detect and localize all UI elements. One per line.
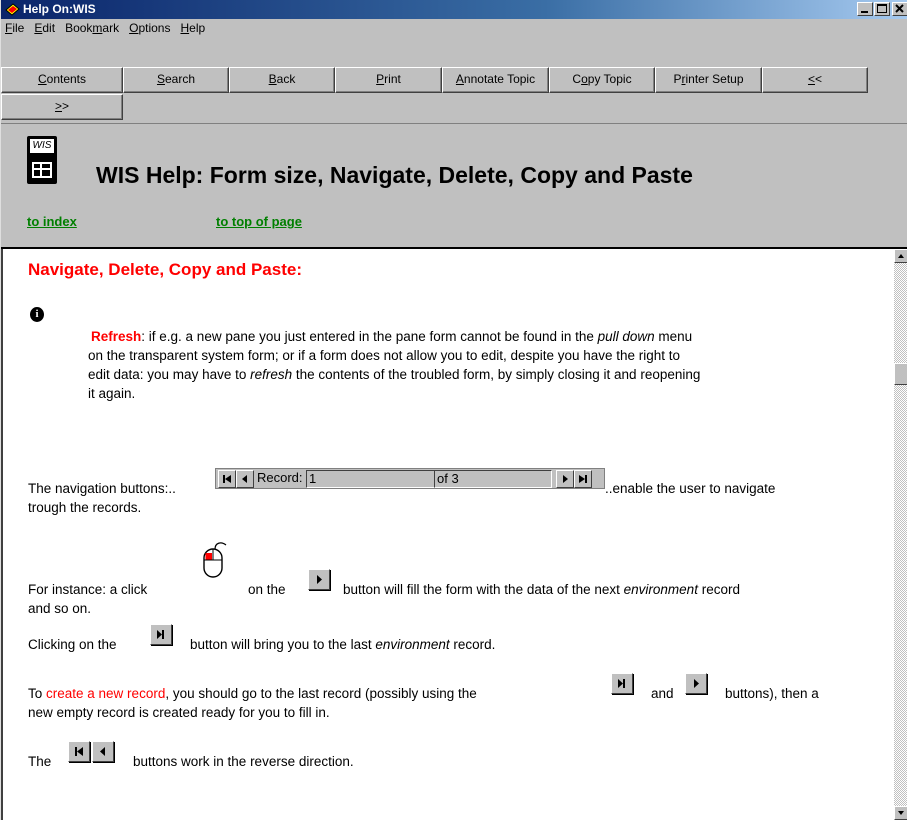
next-record-icon bbox=[317, 575, 322, 584]
last-record-sample-button-2 bbox=[611, 673, 633, 694]
refresh-line2: on the transparent system form; or if a … bbox=[88, 348, 681, 363]
minimize-icon bbox=[861, 11, 868, 13]
menu-file[interactable]: File bbox=[1, 19, 30, 37]
arrow-down-icon bbox=[898, 811, 904, 815]
refresh-keyword: Refresh bbox=[91, 329, 142, 344]
next-topic-button[interactable]: >> bbox=[1, 94, 123, 120]
window-title: Help On:WIS bbox=[23, 2, 96, 16]
maximize-button[interactable] bbox=[874, 2, 890, 16]
first-record-icon bbox=[75, 747, 83, 756]
next-record-button[interactable] bbox=[556, 470, 574, 488]
previous-record-icon bbox=[100, 747, 105, 756]
record-navigator: Record: 1 of 3 bbox=[215, 468, 605, 489]
reverse-text-a: The bbox=[28, 754, 52, 769]
close-button[interactable] bbox=[892, 2, 907, 16]
next-record-icon bbox=[563, 475, 568, 483]
record-label: Record: bbox=[257, 470, 303, 485]
create-new-record-link[interactable]: create a new record bbox=[46, 686, 165, 701]
last-record-icon bbox=[157, 630, 164, 639]
back-button[interactable]: Back bbox=[229, 67, 335, 93]
mouse-icon bbox=[203, 542, 227, 578]
next-record-sample-button-2 bbox=[685, 673, 707, 694]
create-text-a: To create a new record, you should go to… bbox=[28, 686, 477, 701]
reverse-text-b: buttons work in the reverse direction. bbox=[133, 754, 354, 769]
wis-logo-icon: WIS bbox=[27, 136, 57, 184]
maximize-icon bbox=[877, 4, 887, 13]
next-record-icon bbox=[694, 679, 699, 688]
print-button[interactable]: Print bbox=[335, 67, 442, 93]
arrow-up-icon bbox=[898, 254, 904, 258]
minimize-button[interactable] bbox=[857, 2, 873, 16]
previous-record-button[interactable] bbox=[236, 470, 254, 488]
info-icon: i bbox=[30, 307, 44, 322]
search-button[interactable]: Search bbox=[123, 67, 229, 93]
last-record-sample-button bbox=[150, 624, 172, 645]
last-record-icon bbox=[618, 679, 625, 688]
record-count: of 3 bbox=[434, 470, 552, 488]
instance-text-a: For instance: a click bbox=[28, 582, 148, 597]
instance-line2: and so on. bbox=[28, 601, 92, 616]
previous-record-icon bbox=[242, 475, 247, 483]
to-top-link[interactable]: to top of page bbox=[216, 214, 302, 229]
navigation-line2: trough the records. bbox=[28, 500, 142, 515]
clicking-text-a: Clicking on the bbox=[28, 637, 117, 652]
topic-content: Navigate, Delete, Copy and Paste: i Refr… bbox=[1, 249, 894, 820]
menu-bar: File Edit Bookmark Options Help bbox=[1, 19, 907, 37]
clicking-text-b: button will bring you to the last enviro… bbox=[190, 637, 496, 652]
refresh-paragraph: Refresh: if e.g. a new pane you just ent… bbox=[91, 329, 693, 344]
previous-record-sample-button bbox=[92, 741, 114, 762]
menu-bookmark[interactable]: Bookmark bbox=[61, 19, 125, 37]
navigation-text-before: The navigation buttons:.. bbox=[28, 481, 176, 496]
to-index-link[interactable]: to index bbox=[27, 214, 77, 229]
create-line2: new empty record is created ready for yo… bbox=[28, 705, 330, 720]
last-record-icon bbox=[579, 475, 587, 483]
help-window: Help On:WIS File Edit Bookmark Options H… bbox=[0, 0, 907, 820]
refresh-line3: edit data: you may have to refresh the c… bbox=[88, 367, 701, 382]
last-record-button[interactable] bbox=[574, 470, 592, 488]
scroll-up-button[interactable] bbox=[894, 249, 907, 263]
record-number-field[interactable]: 1 bbox=[306, 470, 436, 488]
scroll-thumb[interactable] bbox=[894, 363, 907, 385]
previous-topic-button[interactable]: << bbox=[762, 67, 868, 93]
printer-setup-button[interactable]: Printer Setup bbox=[655, 67, 762, 93]
menu-edit[interactable]: Edit bbox=[30, 19, 61, 37]
vertical-scrollbar[interactable] bbox=[894, 249, 907, 820]
first-record-sample-button bbox=[68, 741, 90, 762]
first-record-icon bbox=[223, 475, 231, 483]
instance-text-c: button will fill the form with the data … bbox=[343, 582, 740, 597]
first-record-button[interactable] bbox=[218, 470, 236, 488]
scroll-down-button[interactable] bbox=[894, 806, 907, 820]
menu-options[interactable]: Options bbox=[125, 19, 176, 37]
create-text-c: and bbox=[651, 686, 674, 701]
help-book-icon bbox=[5, 3, 20, 16]
help-button-bar: Contents Search Back Print Annotate Topi… bbox=[1, 37, 907, 123]
window-controls bbox=[856, 2, 907, 17]
page-title: WIS Help: Form size, Navigate, Delete, C… bbox=[96, 162, 693, 188]
annotate-topic-button[interactable]: Annotate Topic bbox=[442, 67, 549, 93]
menu-help[interactable]: Help bbox=[176, 19, 211, 37]
title-bar[interactable]: Help On:WIS bbox=[1, 0, 907, 19]
create-text-d: buttons), then a bbox=[725, 686, 819, 701]
navigation-text-after: ..enable the user to navigate bbox=[605, 481, 776, 496]
section-title: Navigate, Delete, Copy and Paste: bbox=[28, 260, 302, 279]
contents-button[interactable]: Contents bbox=[1, 67, 123, 93]
topic-header: WIS WIS Help: Form size, Navigate, Delet… bbox=[1, 123, 907, 249]
instance-text-b: on the bbox=[248, 582, 286, 597]
next-record-sample-button bbox=[308, 569, 330, 590]
refresh-line4: it again. bbox=[88, 386, 136, 401]
copy-topic-button[interactable]: Copy Topic bbox=[549, 67, 655, 93]
close-icon bbox=[895, 4, 904, 13]
